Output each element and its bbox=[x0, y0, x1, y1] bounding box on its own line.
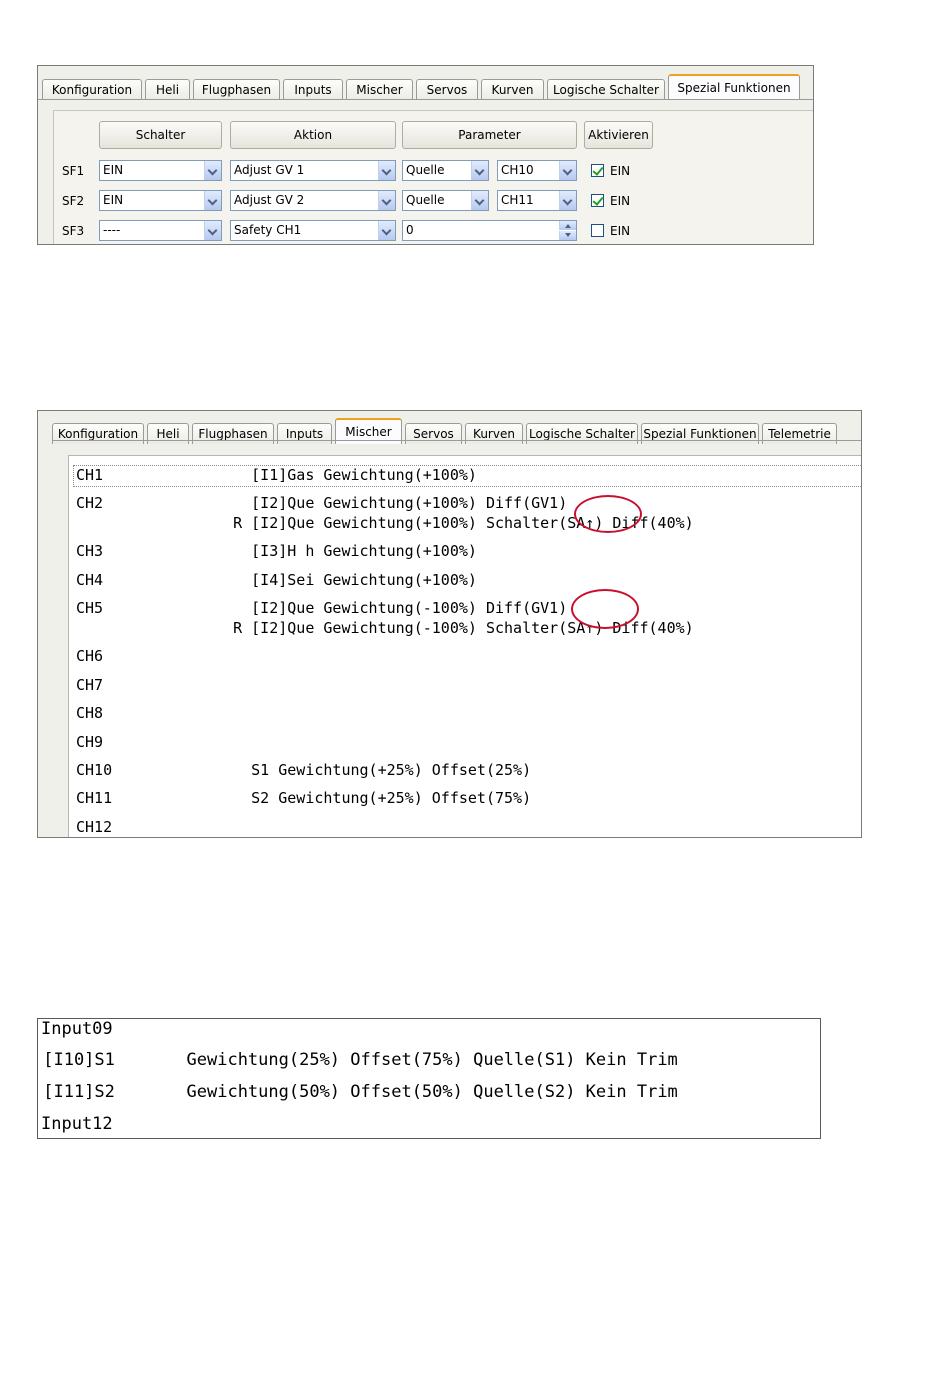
special-functions-panel: Konfiguration Heli Flugphasen Inputs Mis… bbox=[37, 65, 814, 245]
mixer-line[interactable]: [I2]Que Gewichtung(-100%) Diff(GV1) bbox=[206, 599, 567, 617]
value: Quelle bbox=[406, 163, 445, 177]
chevron-down-icon[interactable] bbox=[471, 191, 488, 210]
spin-up-icon[interactable] bbox=[559, 221, 576, 230]
chevron-down-icon[interactable] bbox=[559, 191, 576, 210]
header-schalter: Schalter bbox=[99, 121, 222, 149]
value: ---- bbox=[103, 223, 121, 237]
param-value-select-sf2[interactable]: CH11 bbox=[497, 190, 577, 211]
mixer-channel-label[interactable]: CH6 bbox=[76, 647, 103, 665]
inputs-list-panel: Input09 [I10]S1 Gewichtung(25%) Offset(7… bbox=[37, 1018, 821, 1139]
enable-checkbox-sf3[interactable] bbox=[591, 224, 604, 237]
row-label-sf1: SF1 bbox=[62, 164, 85, 178]
chevron-down-icon[interactable] bbox=[378, 161, 395, 180]
tab-bar: Konfiguration Heli Flugphasen Inputs Mis… bbox=[42, 74, 813, 100]
tab-servos[interactable]: Servos bbox=[416, 79, 478, 100]
row-label-sf2: SF2 bbox=[62, 194, 85, 208]
chevron-down-icon[interactable] bbox=[559, 161, 576, 180]
switch-select-sf1[interactable]: EIN bbox=[99, 160, 222, 181]
mixer-list[interactable] bbox=[68, 455, 861, 837]
enable-checkbox-sf1[interactable] bbox=[591, 164, 604, 177]
mixer-channel-label[interactable]: CH10 bbox=[76, 761, 112, 779]
mixer-channel-label[interactable]: CH8 bbox=[76, 704, 103, 722]
highlight-circle-gv1-ch2 bbox=[574, 495, 642, 533]
special-functions-table: Schalter Aktion Parameter Aktivieren SF1… bbox=[53, 110, 813, 244]
header-aktion: Aktion bbox=[230, 121, 396, 149]
value: Quelle bbox=[406, 193, 445, 207]
tab-konfiguration[interactable]: Konfiguration bbox=[42, 79, 142, 100]
tab-logische-schalter[interactable]: Logische Schalter bbox=[547, 79, 665, 100]
param-number-spinbox-sf3[interactable]: 0 bbox=[402, 220, 577, 241]
mixer-channel-label[interactable]: CH5 bbox=[76, 599, 103, 617]
tab-mischer[interactable]: Mischer bbox=[346, 79, 413, 100]
chevron-down-icon[interactable] bbox=[204, 191, 221, 210]
mixer-channel-label[interactable]: CH3 bbox=[76, 542, 103, 560]
tab-inputs[interactable]: Inputs bbox=[283, 79, 343, 100]
mixer-channel-label[interactable]: CH7 bbox=[76, 676, 103, 694]
input-line[interactable]: Input12 bbox=[41, 1114, 113, 1134]
chevron-down-icon[interactable] bbox=[471, 161, 488, 180]
action-select-sf2[interactable]: Adjust GV 2 bbox=[230, 190, 396, 211]
value: EIN bbox=[103, 193, 124, 207]
tab-spezial-funktionen[interactable]: Spezial Funktionen bbox=[668, 74, 800, 100]
mixer-panel: Konfiguration Heli Flugphasen Inputs Mis… bbox=[37, 410, 862, 838]
tab-kurven[interactable]: Kurven bbox=[481, 79, 544, 100]
mixer-channel-label[interactable]: CH1 bbox=[76, 466, 103, 484]
enable-label-sf3: EIN bbox=[610, 224, 631, 238]
header-parameter: Parameter bbox=[402, 121, 577, 149]
mixer-line[interactable]: S2 Gewichtung(+25%) Offset(75%) bbox=[206, 789, 531, 807]
mixer-channel-label[interactable]: CH9 bbox=[76, 733, 103, 751]
param-source-select-sf1[interactable]: Quelle bbox=[402, 160, 489, 181]
header-aktivieren: Aktivieren bbox=[584, 121, 653, 149]
action-select-sf3[interactable]: Safety CH1 bbox=[230, 220, 396, 241]
enable-label-sf1: EIN bbox=[610, 164, 631, 178]
mixer-line[interactable]: S1 Gewichtung(+25%) Offset(25%) bbox=[206, 761, 531, 779]
value: CH10 bbox=[501, 163, 534, 177]
value: Adjust GV 2 bbox=[234, 193, 305, 207]
enable-checkbox-sf2[interactable] bbox=[591, 194, 604, 207]
mixer-channel-label[interactable]: CH4 bbox=[76, 571, 103, 589]
tab-heli[interactable]: Heli bbox=[145, 79, 190, 100]
switch-select-sf3[interactable]: ---- bbox=[99, 220, 222, 241]
param-source-select-sf2[interactable]: Quelle bbox=[402, 190, 489, 211]
action-select-sf1[interactable]: Adjust GV 1 bbox=[230, 160, 396, 181]
enable-label-sf2: EIN bbox=[610, 194, 631, 208]
input-line[interactable]: [I11]S2 Gewichtung(50%) Offset(50%) Quel… bbox=[38, 1082, 678, 1102]
value: CH11 bbox=[501, 193, 534, 207]
input-line[interactable]: Input09 bbox=[41, 1019, 113, 1039]
param-value-select-sf1[interactable]: CH10 bbox=[497, 160, 577, 181]
highlight-circle-gv1-ch5 bbox=[571, 589, 639, 629]
chevron-down-icon[interactable] bbox=[378, 191, 395, 210]
mixer-channel-label[interactable]: CH11 bbox=[76, 789, 112, 807]
value: Adjust GV 1 bbox=[234, 163, 305, 177]
mixer-line[interactable]: [I3]H h Gewichtung(+100%) bbox=[206, 542, 477, 560]
mixer-channel-label[interactable]: CH2 bbox=[76, 494, 103, 512]
spin-down-icon[interactable] bbox=[559, 231, 576, 240]
chevron-down-icon[interactable] bbox=[204, 161, 221, 180]
chevron-down-icon[interactable] bbox=[378, 221, 395, 240]
mixer-line[interactable]: [I4]Sei Gewichtung(+100%) bbox=[206, 571, 477, 589]
mixer-channel-label[interactable]: CH12 bbox=[76, 818, 112, 836]
chevron-down-icon[interactable] bbox=[204, 221, 221, 240]
switch-select-sf2[interactable]: EIN bbox=[99, 190, 222, 211]
input-line[interactable]: [I10]S1 Gewichtung(25%) Offset(75%) Quel… bbox=[38, 1050, 678, 1070]
value: EIN bbox=[103, 163, 124, 177]
mixer-line[interactable]: [I2]Que Gewichtung(+100%) Diff(GV1) bbox=[206, 494, 567, 512]
value: Safety CH1 bbox=[234, 223, 302, 237]
mixer-line[interactable]: [I1]Gas Gewichtung(+100%) bbox=[206, 466, 477, 484]
row-label-sf3: SF3 bbox=[62, 224, 85, 238]
tab-flugphasen[interactable]: Flugphasen bbox=[193, 79, 280, 100]
value: 0 bbox=[406, 223, 414, 237]
